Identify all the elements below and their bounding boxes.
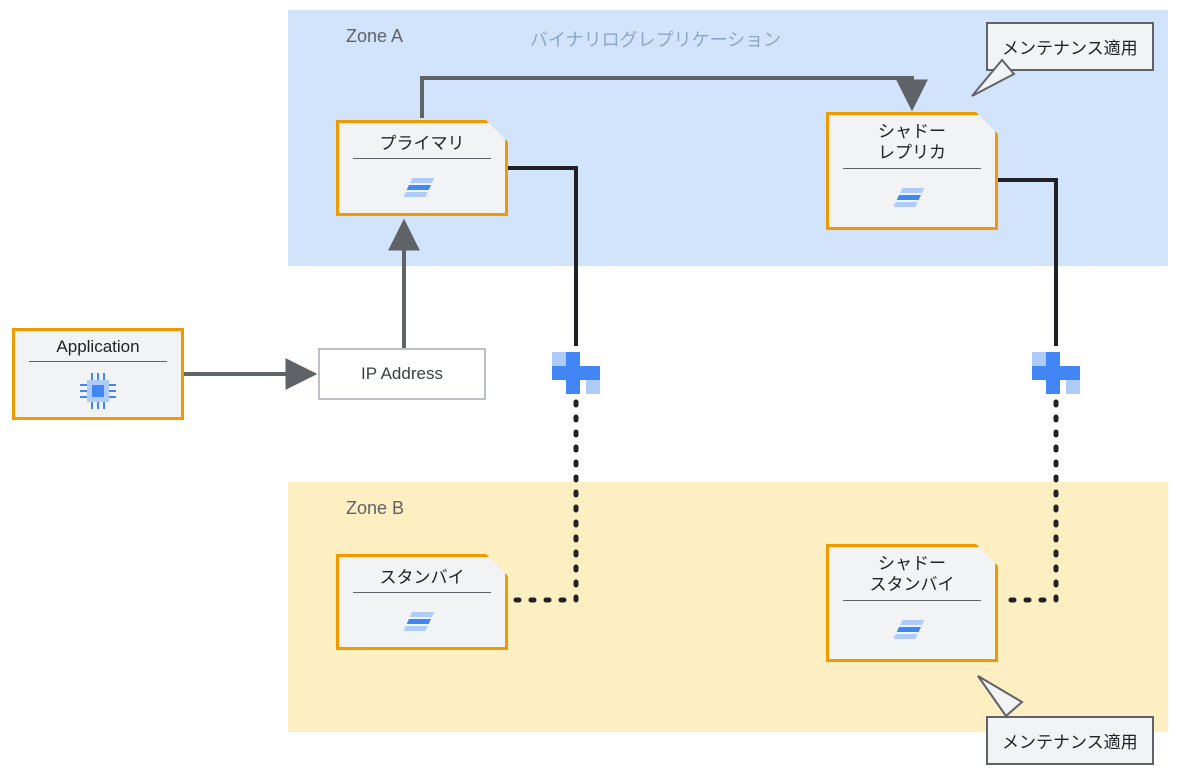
shadow-replica-title: シャドー レプリカ [829,115,995,168]
replication-label: バイナリログレプリケーション [530,26,781,52]
diagram-stage: Zone A Zone B バイナリログレプリケーション Application [0,0,1200,774]
divider [353,592,491,593]
standby-title: スタンバイ [339,557,505,592]
ip-address-box: IP Address [318,348,486,400]
divider [843,168,981,169]
shadow-replica-card: シャドー レプリカ [826,112,998,230]
callout-text: メンテナンス適用 [1002,733,1138,752]
application-card: Application [12,328,184,420]
maintenance-callout-top: メンテナンス適用 [986,22,1154,71]
application-title: Application [15,331,181,361]
network-icon [550,348,602,400]
divider [353,158,491,159]
chip-icon [15,368,181,414]
database-icon [339,165,505,211]
shadow-standby-title: シャドー スタンバイ [829,547,995,600]
ip-address-label: IP Address [361,364,443,384]
divider [29,361,167,362]
primary-title: プライマリ [339,123,505,158]
database-icon [829,175,995,221]
zone-a-label: Zone A [346,26,403,47]
shadow-standby-card: シャドー スタンバイ [826,544,998,662]
network-icon [1030,348,1082,400]
database-icon [339,599,505,645]
standby-card: スタンバイ [336,554,508,650]
primary-card: プライマリ [336,120,508,216]
callout-text: メンテナンス適用 [1002,39,1138,58]
maintenance-callout-bottom: メンテナンス適用 [986,716,1154,765]
divider [843,600,981,601]
database-icon [829,607,995,653]
zone-b-label: Zone B [346,498,404,519]
